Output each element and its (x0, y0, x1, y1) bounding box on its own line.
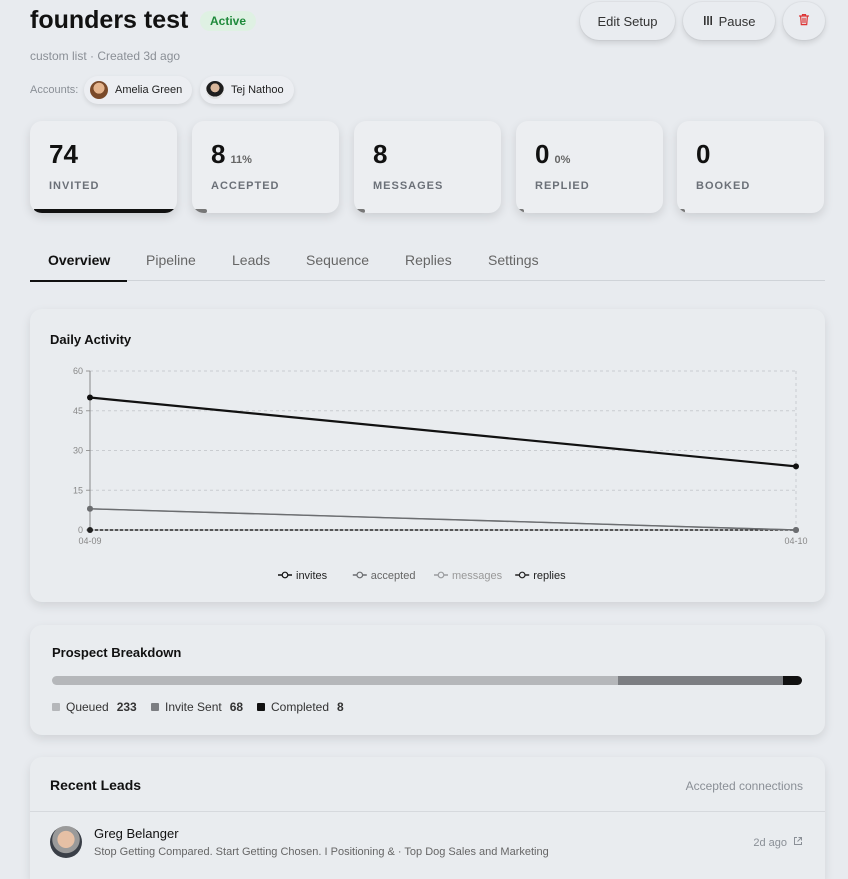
avatar (50, 826, 82, 858)
y-tick-label: 30 (73, 446, 83, 456)
tab-replies[interactable]: Replies (405, 252, 452, 280)
y-tick-label: 60 (73, 366, 83, 376)
avatar (90, 81, 108, 99)
tab-overview[interactable]: Overview (30, 252, 128, 282)
data-point-replies (87, 527, 93, 533)
tab-leads[interactable]: Leads (232, 252, 270, 280)
stat-percent: 0% (554, 154, 571, 166)
data-point-accepted (87, 505, 93, 512)
y-tick-label: 0 (78, 525, 83, 535)
stat-card-replied: 0 0% REPLIED (516, 121, 663, 213)
account-chip[interactable]: Tej Nathoo (200, 76, 294, 104)
legend-swatch (151, 703, 159, 711)
legend-queued: Queued 233 (52, 700, 137, 714)
recent-leads-panel: Recent Leads Accepted connections Greg B… (30, 757, 825, 879)
accounts-label: Accounts: (30, 84, 79, 96)
legend-label-messages: messages (452, 570, 503, 582)
legend-label-invites: invites (296, 570, 328, 582)
stat-label: MESSAGES (373, 180, 444, 192)
stat-progress-bar (192, 209, 208, 213)
data-point-invites (87, 394, 93, 401)
legend-marker-messages (437, 571, 445, 579)
status-badge: Active (200, 11, 257, 31)
list-item[interactable]: Greg Belanger Stop Getting Compared. Sta… (30, 812, 825, 872)
stat-label: ACCEPTED (211, 180, 280, 192)
stat-card-messages: 8 MESSAGES (354, 121, 501, 213)
account-chip[interactable]: Amelia Green (84, 76, 193, 104)
external-link-icon[interactable] (793, 836, 803, 849)
segment-queued (52, 676, 618, 685)
recent-leads-subtitle: Accepted connections (685, 779, 803, 793)
segment-invite-sent (617, 676, 783, 685)
legend-swatch (257, 703, 265, 711)
stat-card-accepted: 8 11% ACCEPTED (192, 121, 339, 213)
stat-label: REPLIED (535, 180, 590, 192)
recent-leads-title: Recent Leads (50, 777, 142, 793)
lead-time: 2d ago (753, 836, 803, 849)
trash-icon (798, 13, 810, 29)
edit-setup-button[interactable]: Edit Setup (580, 2, 675, 40)
delete-button[interactable] (783, 2, 825, 40)
stat-card-booked: 0 BOOKED (677, 121, 824, 213)
stat-percent: 11% (230, 154, 252, 166)
stat-value: 8 (373, 139, 388, 169)
stat-card-invited: 74 INVITED (30, 121, 177, 213)
prospect-breakdown-panel: Prospect Breakdown Queued 233 Invite Sen… (30, 625, 825, 735)
page-title: founders test (30, 6, 189, 34)
legend-label: Completed (271, 700, 330, 714)
y-tick-label: 45 (73, 406, 83, 416)
legend-completed: Completed 8 (257, 700, 344, 714)
stat-value: 74 (49, 139, 78, 169)
tab-bar: Overview Pipeline Leads Sequence Replies… (30, 245, 825, 282)
legend-label: Invite Sent (165, 700, 222, 714)
lead-description: Stop Getting Compared. Start Getting Cho… (94, 846, 549, 858)
stat-value: 8 (211, 139, 226, 169)
prospect-breakdown-title: Prospect Breakdown (52, 645, 182, 660)
series-line-invites (89, 396, 797, 468)
lead-name: Greg Belanger (94, 826, 179, 841)
data-point-invites (793, 463, 799, 470)
series-line-accepted (89, 508, 797, 531)
stat-label: BOOKED (696, 180, 751, 192)
legend-invite-sent: Invite Sent 68 (151, 700, 243, 714)
legend-count: 8 (337, 700, 344, 714)
account-name: Tej Nathoo (231, 84, 284, 96)
account-name: Amelia Green (115, 84, 183, 96)
stat-progress-bar (516, 209, 524, 213)
tab-pipeline[interactable]: Pipeline (146, 252, 196, 280)
prospect-breakdown-bar (52, 676, 802, 685)
x-tick-label: 04-09 (78, 536, 101, 546)
edit-setup-label: Edit Setup (597, 13, 658, 29)
daily-activity-chart: 0 15 30 45 60 04-09 04-10 invites accepted messag… (73, 366, 808, 582)
x-tick-label: 04-10 (784, 536, 807, 546)
legend-count: 233 (116, 700, 137, 714)
legend-swatch (52, 703, 60, 711)
pause-icon (703, 14, 713, 29)
y-tick-label: 15 (73, 485, 83, 495)
legend-marker-invites (281, 571, 289, 579)
segment-completed (782, 676, 802, 685)
stat-progress-bar (677, 209, 685, 213)
page-subtitle: custom list · Created 3d ago (30, 49, 181, 63)
legend-label: Queued (66, 700, 109, 714)
stat-progress-bar (34, 209, 174, 213)
legend-marker-accepted (356, 571, 364, 579)
legend-marker-replies (518, 571, 526, 579)
legend-label-accepted: accepted (371, 570, 416, 582)
stat-progress-bar (354, 209, 366, 213)
pause-label: Pause (718, 13, 756, 29)
stat-value: 0 (696, 139, 711, 169)
legend-label-replies: replies (533, 570, 566, 582)
stat-value: 0 (535, 139, 550, 169)
lead-time-label: 2d ago (753, 836, 787, 849)
data-point-accepted (793, 527, 799, 533)
legend-count: 68 (229, 700, 244, 714)
pause-button[interactable]: Pause (683, 2, 775, 40)
avatar (206, 81, 224, 99)
stat-label: INVITED (49, 180, 100, 192)
tab-settings[interactable]: Settings (488, 252, 539, 280)
tab-sequence[interactable]: Sequence (306, 252, 369, 280)
